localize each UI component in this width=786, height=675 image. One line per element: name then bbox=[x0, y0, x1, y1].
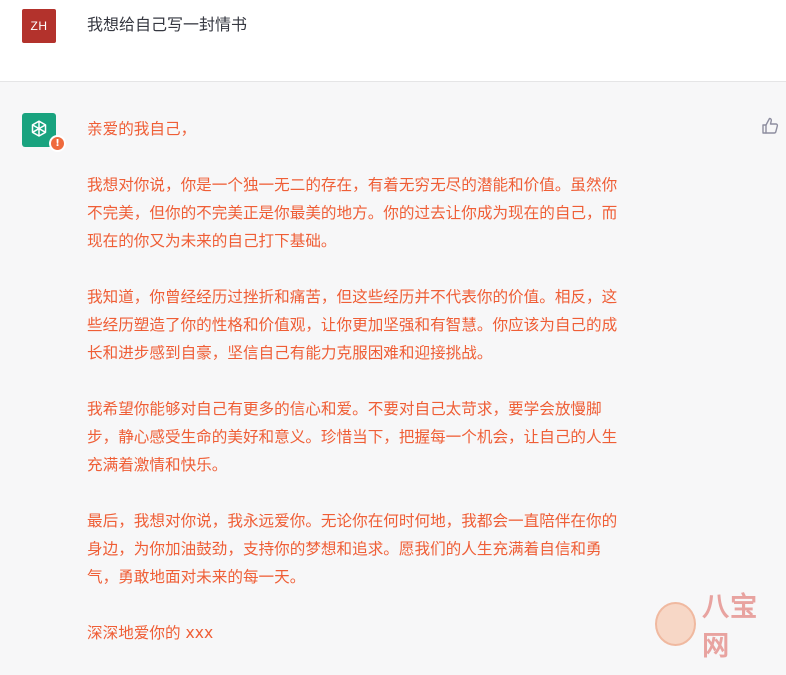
watermark-face-icon bbox=[655, 602, 697, 646]
user-message-row: ZH 我想给自己写一封情书 bbox=[0, 0, 786, 82]
message-signature: 深深地爱你的 xxx bbox=[87, 624, 214, 642]
message-paragraph: 我知道，你曾经经历过挫折和痛苦，但这些经历并不代表你的价值。相反，这 些经历塑造… bbox=[87, 288, 618, 362]
message-paragraph: 我希望你能够对自己有更多的信心和爱。不要对自己太苛求，要学会放慢脚 步，静心感受… bbox=[87, 400, 618, 474]
thumbs-up-icon[interactable] bbox=[760, 116, 780, 136]
assistant-message-row: ! 亲爱的我自己， 我想对你说，你是一个独一无二的存在，有着无穷无尽的潜能和价值… bbox=[0, 83, 786, 662]
user-message-text: 我想给自己写一封情书 bbox=[87, 15, 248, 34]
watermark-logo: 八宝网 bbox=[655, 592, 780, 662]
user-avatar: ZH bbox=[22, 9, 56, 43]
message-paragraph: 亲爱的我自己， bbox=[87, 120, 197, 138]
message-paragraph: 最后，我想对你说，我永远爱你。无论你在何时何地，我都会一直陪伴在你的 身边，为你… bbox=[87, 512, 618, 586]
message-paragraph: 我想对你说，你是一个独一无二的存在，有着无穷无尽的潜能和价值。虽然你 不完美，但… bbox=[87, 176, 618, 250]
assistant-message: 亲爱的我自己， 我想对你说，你是一个独一无二的存在，有着无穷无尽的潜能和价值。虽… bbox=[87, 115, 747, 675]
warning-badge: ! bbox=[49, 135, 66, 152]
watermark-text: 八宝网 bbox=[702, 592, 759, 662]
